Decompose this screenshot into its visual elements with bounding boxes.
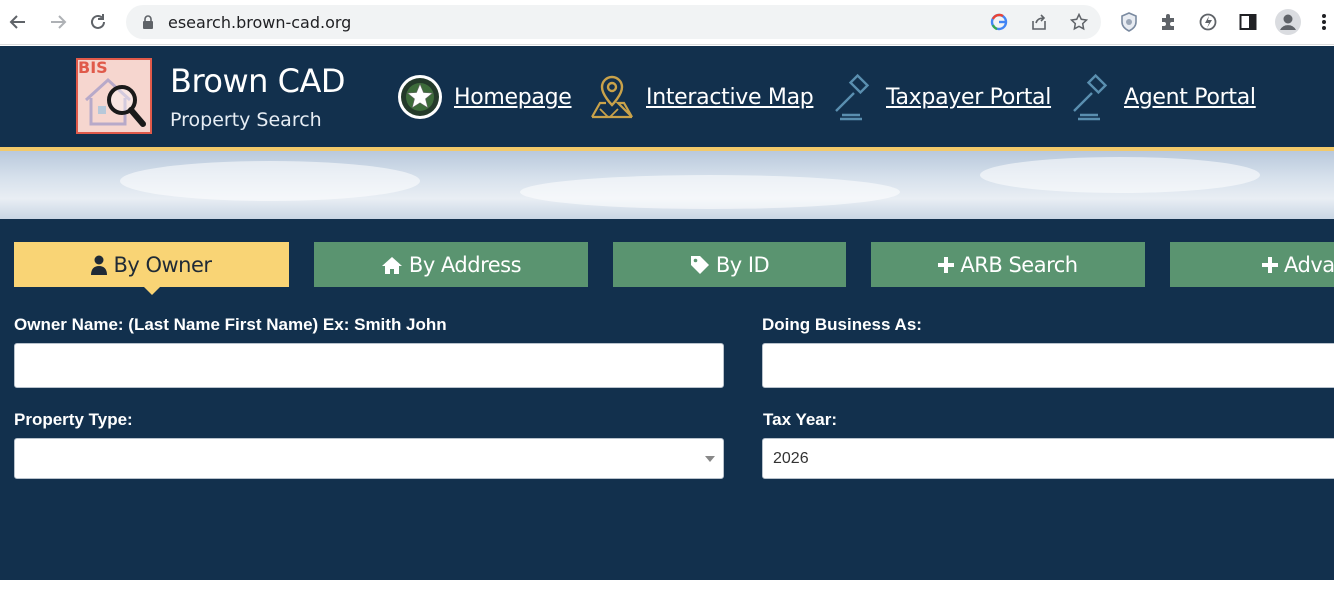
tab-advanced[interactable]: Adva [1170, 242, 1334, 287]
site-logo[interactable]: BIS [76, 58, 152, 134]
browser-toolbar: esearch.brown-cad.org [0, 0, 1334, 45]
site-subtitle: Property Search [170, 109, 322, 131]
owner-name-label: Owner Name: (Last Name First Name) Ex: S… [14, 315, 447, 334]
tax-year-label: Tax Year: [763, 410, 838, 429]
tab-by-id[interactable]: By ID [613, 242, 846, 287]
search-panel: By Owner By Address By ID ARB Search Adv… [0, 219, 1334, 580]
plus-icon [1262, 256, 1278, 273]
tab-by-address[interactable]: By Address [314, 242, 588, 287]
logo-badge-text: BIS [78, 58, 108, 77]
shield-extension-icon[interactable] [1116, 9, 1142, 35]
nav-interactive-map-label[interactable]: Interactive Map [646, 85, 814, 110]
dba-label: Doing Business As: [762, 315, 922, 334]
nav-homepage[interactable]: Homepage [396, 74, 572, 120]
lock-icon[interactable] [142, 15, 154, 34]
gavel-icon [1073, 73, 1108, 121]
plus-icon [938, 256, 955, 273]
owner-name-input[interactable] [14, 343, 724, 388]
property-type-label: Property Type: [14, 410, 133, 429]
tag-icon [690, 255, 710, 275]
tab-by-owner-label[interactable]: By Owner [113, 253, 212, 277]
speed-icon[interactable] [1195, 9, 1221, 35]
kebab-menu-icon[interactable] [1314, 9, 1334, 35]
nav-interactive-map[interactable]: Interactive Map [588, 74, 814, 120]
active-tab-caret [144, 287, 160, 295]
user-icon [91, 255, 108, 275]
header-banner-image [0, 151, 1334, 219]
url-text[interactable]: esearch.brown-cad.org [168, 13, 351, 32]
home-icon [381, 256, 403, 274]
star-seal-icon [398, 75, 442, 119]
site-header: BIS Brown CAD Property Search Homepage I… [0, 46, 1334, 147]
nav-homepage-label[interactable]: Homepage [454, 85, 572, 110]
nav-taxpayer-portal[interactable]: Taxpayer Portal [828, 73, 1051, 121]
property-type-select[interactable] [14, 438, 724, 479]
dba-input[interactable] [762, 343, 1334, 388]
gavel-icon [835, 73, 870, 121]
profile-icon[interactable] [1275, 9, 1301, 35]
site-title[interactable]: Brown CAD [170, 62, 345, 100]
share-icon[interactable] [1028, 11, 1050, 33]
side-panel-icon[interactable] [1235, 9, 1261, 35]
tab-arb-search-label[interactable]: ARB Search [960, 253, 1078, 277]
tab-arb-search[interactable]: ARB Search [871, 242, 1145, 287]
nav-agent-portal-label[interactable]: Agent Portal [1124, 85, 1256, 110]
address-bar[interactable]: esearch.brown-cad.org [126, 5, 1101, 39]
forward-arrow-icon[interactable] [44, 8, 72, 36]
nav-agent-portal[interactable]: Agent Portal [1066, 73, 1256, 121]
nav-taxpayer-portal-label[interactable]: Taxpayer Portal [886, 85, 1051, 110]
star-icon[interactable] [1068, 11, 1090, 33]
tab-by-owner[interactable]: By Owner [14, 242, 289, 287]
page-footer-space [0, 580, 1334, 611]
chevron-down-icon[interactable] [705, 456, 715, 462]
tab-by-address-label[interactable]: By Address [409, 253, 522, 277]
tab-advanced-label[interactable]: Adva [1284, 253, 1334, 277]
reload-icon[interactable] [84, 8, 112, 36]
puzzle-icon[interactable] [1155, 9, 1181, 35]
tab-by-id-label[interactable]: By ID [716, 253, 770, 277]
map-pin-icon [591, 75, 633, 119]
tax-year-input[interactable]: 2026 [762, 438, 1334, 479]
back-arrow-icon[interactable] [4, 8, 32, 36]
google-icon[interactable] [988, 11, 1010, 33]
